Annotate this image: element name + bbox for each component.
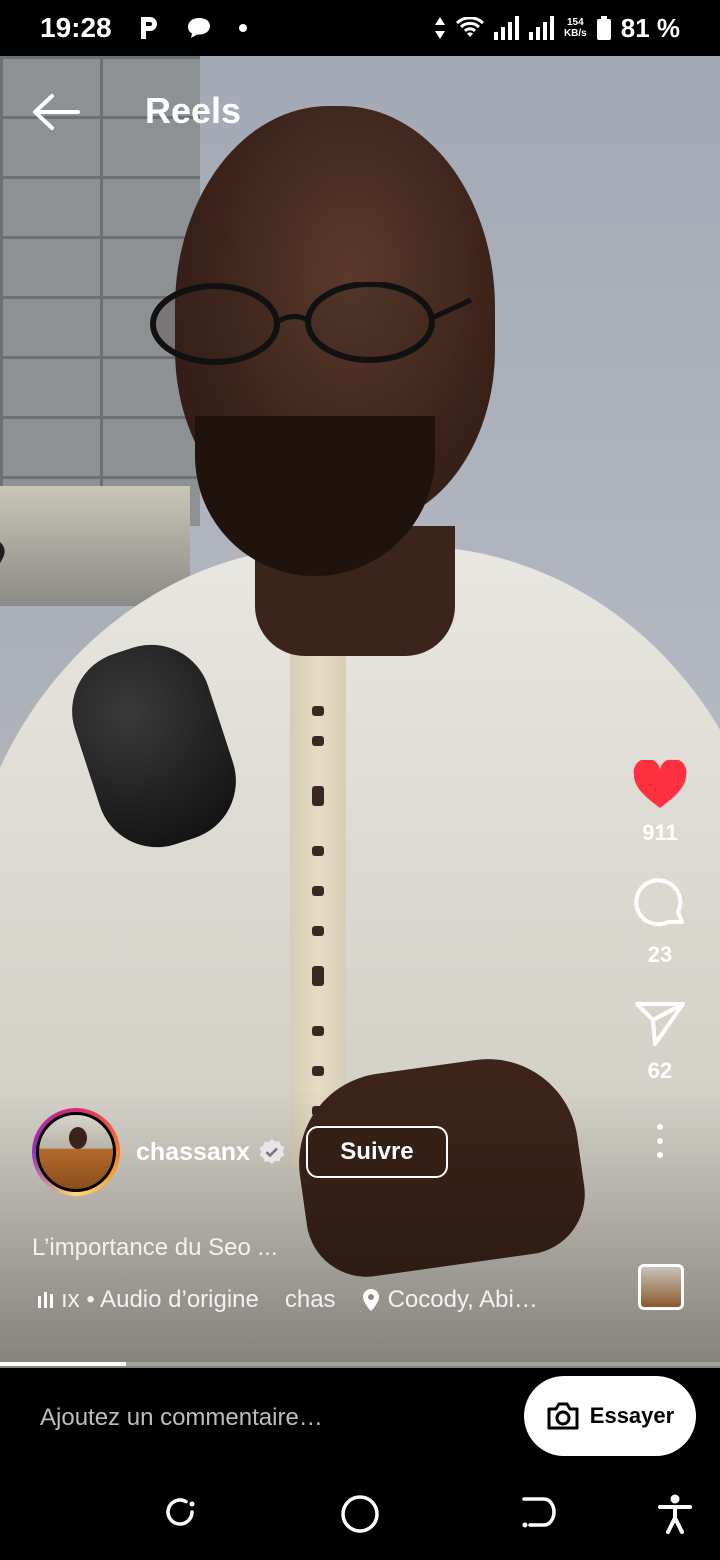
comment-button[interactable]: 23: [632, 876, 688, 968]
second-audio-label[interactable]: chas: [285, 1286, 336, 1314]
page-title: Reels: [145, 90, 242, 131]
username[interactable]: chassanx: [136, 1138, 250, 1167]
camera-icon: [547, 1402, 579, 1430]
battery-level: 81 %: [620, 12, 680, 43]
wifi-icon: [455, 17, 484, 37]
share-button[interactable]: 62: [633, 998, 687, 1084]
comment-bar: Ajoutez un commentaire… Essayer: [0, 1368, 720, 1468]
location-label[interactable]: Cocody, Abi…: [388, 1286, 538, 1314]
audio-label[interactable]: ıx • Audio d’origine: [61, 1286, 259, 1314]
location-tag[interactable]: Cocody, Abi…: [362, 1286, 538, 1314]
video-progress-bar[interactable]: [0, 1362, 720, 1366]
avatar[interactable]: [36, 1112, 116, 1192]
home-icon[interactable]: [340, 1494, 380, 1539]
glasses: [150, 282, 473, 365]
signal-icon: [528, 16, 554, 40]
heart-icon[interactable]: [632, 760, 688, 810]
avatar-story-ring[interactable]: [32, 1108, 120, 1196]
signal-icon: [493, 16, 519, 40]
comment-icon[interactable]: [632, 876, 688, 932]
back-arrow-icon[interactable]: [28, 92, 82, 132]
reel-actions: 911 23 62: [620, 760, 700, 1158]
video-progress-fill: [0, 1362, 126, 1366]
status-bar: 19:28 154 KB/s 81 %: [0, 0, 720, 56]
system-nav-bar: [0, 1468, 720, 1560]
battery-icon: [596, 16, 611, 40]
follow-button[interactable]: Suivre: [305, 1126, 448, 1178]
comment-count[interactable]: 23: [648, 942, 672, 968]
try-camera-button[interactable]: Essayer: [524, 1376, 696, 1456]
net-speed: 154 KB/s: [563, 17, 587, 39]
status-time: 19:28: [40, 12, 112, 43]
accessibility-icon[interactable]: [658, 1494, 692, 1539]
like-count[interactable]: 911: [642, 820, 678, 846]
meta-row: ıx • Audio d’origine chas Cocody, Abi…: [38, 1286, 538, 1314]
audio-bars-icon: [38, 1292, 53, 1308]
back-nav-icon[interactable]: [520, 1494, 558, 1535]
data-arrows-icon: [434, 17, 445, 39]
parking-icon: [140, 17, 157, 39]
more-options-icon[interactable]: [657, 1124, 663, 1158]
reel-caption[interactable]: L’importance du Seo ...: [32, 1234, 277, 1262]
share-count[interactable]: 62: [648, 1058, 672, 1084]
comment-input[interactable]: Ajoutez un commentaire…: [40, 1404, 323, 1432]
chat-bubble-icon: [187, 18, 210, 38]
try-label[interactable]: Essayer: [590, 1403, 674, 1429]
like-button[interactable]: 911: [632, 760, 688, 846]
verified-badge-icon: [259, 1139, 285, 1164]
location-pin-icon: [362, 1289, 379, 1311]
send-icon[interactable]: [633, 998, 687, 1048]
recents-icon[interactable]: [162, 1494, 198, 1535]
dot-icon: [238, 24, 247, 32]
papers: [0, 486, 190, 606]
audio-thumbnail[interactable]: [638, 1264, 684, 1310]
author-row: chassanx Suivre: [32, 1108, 448, 1196]
